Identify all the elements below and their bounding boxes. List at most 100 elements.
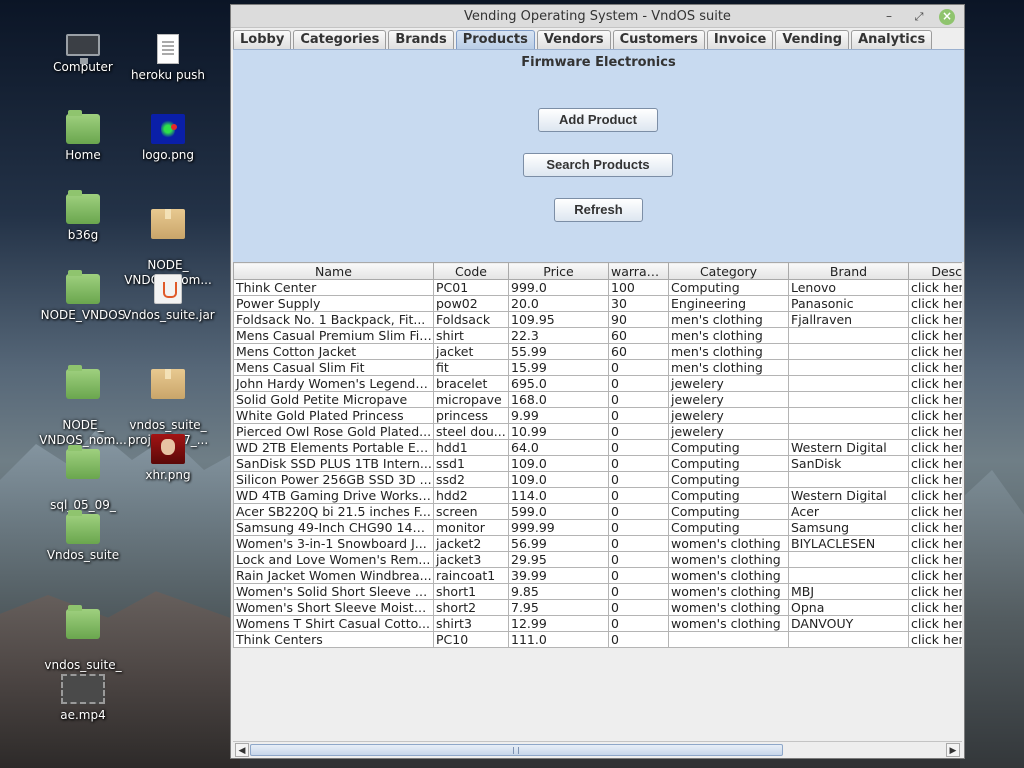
cell-category: women's clothing [668,615,789,632]
cell-description[interactable]: click her [908,359,962,376]
table-row[interactable]: Lock and Love Women's Rem... jacket3 29.95… [233,551,962,568]
desktop-icon-xhr-png[interactable]: xhr.png [123,434,213,483]
cell-price: 10.99 [508,423,609,440]
column-header-warranty[interactable]: warran... [608,262,669,280]
cell-description[interactable]: click her [908,407,962,424]
horizontal-scrollbar[interactable]: ◀ ▶ [233,741,962,758]
desktop-icon-vndos-suite[interactable]: Vndos_suite [38,510,128,563]
tab-analytics[interactable]: Analytics [851,30,933,49]
tab-lobby[interactable]: Lobby [233,30,292,49]
cell-description[interactable]: click her [908,327,962,344]
desktop-icon-heroku-push[interactable]: heroku push [123,34,213,83]
tab-brands[interactable]: Brands [388,30,454,49]
table-row[interactable]: WD 4TB Gaming Drive Works ... hdd2 114.0 0 C… [233,487,962,504]
window-title: Vending Operating System - VndOS suite [464,9,731,24]
scroll-right-icon[interactable]: ▶ [946,743,960,757]
cell-description[interactable]: click her [908,343,962,360]
cell-category: Computing [668,503,789,520]
table-row[interactable]: Pierced Owl Rose Gold Plated... steel dou… [233,423,962,440]
products-table-container[interactable]: Name Code Price warran... Category Brand… [233,262,962,741]
table-row[interactable]: Foldsack No. 1 Backpack, Fit... Foldsack 1… [233,311,962,328]
desktop-icon-node-vndos[interactable]: NODE_VNDOS [38,270,128,323]
window-titlebar[interactable]: Vending Operating System - VndOS suite –… [231,5,964,28]
column-header-price[interactable]: Price [508,262,609,280]
table-row[interactable]: Women's Solid Short Sleeve B... short1 9.8… [233,583,962,600]
table-row[interactable]: Solid Gold Petite Micropave micropave 168.… [233,391,962,408]
cell-brand [788,343,909,360]
column-header-name[interactable]: Name [233,262,434,280]
desktop-icon-home[interactable]: Home [38,110,128,163]
cell-description[interactable]: click her [908,615,962,632]
tab-vendors[interactable]: Vendors [536,30,611,49]
table-row[interactable]: Power Supply pow02 20.0 30 Engineering Panaso… [233,295,962,312]
cell-description[interactable]: click her [908,375,962,392]
cell-description[interactable]: click her [908,471,962,488]
desktop-icon-b36g[interactable]: b36g [38,190,128,243]
table-row[interactable]: Acer SB220Q bi 21.5 inches F... screen 599… [233,503,962,520]
cell-price: 39.99 [508,567,609,584]
cell-description[interactable]: click her [908,535,962,552]
table-row[interactable]: WD 2TB Elements Portable Ex... hdd1 64.0 0 C… [233,439,962,456]
desktop-icon-logo-png[interactable]: logo.png [123,114,213,163]
cell-description[interactable]: click her [908,503,962,520]
table-row[interactable]: Mens Casual Premium Slim Fit... shirt 22.3… [233,327,962,344]
add-product-button[interactable]: Add Product [538,108,658,132]
column-header-brand[interactable]: Brand [788,262,909,280]
close-icon[interactable]: × [939,9,955,25]
table-row[interactable]: John Hardy Women's Legends... bracelet 695… [233,375,962,392]
cell-description[interactable]: click her [908,423,962,440]
tab-invoice[interactable]: Invoice [706,30,774,49]
scrollbar-thumb[interactable] [250,744,783,756]
cell-code: shirt3 [433,615,509,632]
table-body: Think Center PC01 999.0 100 Computing Lenovo c… [233,279,962,648]
search-products-button[interactable]: Search Products [523,153,673,177]
cell-warranty: 60 [608,327,669,344]
table-row[interactable]: Women's Short Sleeve Moisture short2 7.95 0… [233,599,962,616]
table-row[interactable]: Women's 3-in-1 Snowboard J... jacket2 56.9… [233,535,962,552]
column-header-code[interactable]: Code [433,262,509,280]
table-row[interactable]: Womens T Shirt Casual Cotto... shirt3 12.9… [233,615,962,632]
column-header-description[interactable]: Descri [908,262,962,280]
minimize-icon[interactable]: – [881,5,897,28]
cell-description[interactable]: click her [908,551,962,568]
cell-warranty: 0 [608,423,669,440]
cell-description[interactable]: click her [908,567,962,584]
cell-category: jewelery [668,423,789,440]
cell-description[interactable]: click her [908,439,962,456]
cell-description[interactable]: click her [908,311,962,328]
table-row[interactable]: Mens Casual Slim Fit fit 15.99 0 men's cloth… [233,359,962,376]
table-row[interactable]: Silicon Power 256GB SSD 3D ... ssd2 109.0 0… [233,471,962,488]
table-row[interactable]: Samsung 49-Inch CHG90 144... monitor 999.9… [233,519,962,536]
cell-description[interactable]: click her [908,279,962,296]
cell-description[interactable]: click her [908,455,962,472]
cell-code: short2 [433,599,509,616]
cell-description[interactable]: click her [908,391,962,408]
desktop-icon-vndos-suite-jar[interactable]: Vndos_suite.jar [123,274,215,323]
desktop-icon-computer[interactable]: Computer [38,34,128,75]
table-row[interactable]: Mens Cotton Jacket jacket 55.99 60 men's clo… [233,343,962,360]
table-row[interactable]: Think Centers PC10 111.0 0 click her [233,631,962,648]
cell-description[interactable]: click her [908,519,962,536]
cell-description[interactable]: click her [908,583,962,600]
table-row[interactable]: Think Center PC01 999.0 100 Computing Lenovo c… [233,279,962,296]
cell-description[interactable]: click her [908,599,962,616]
panel-title: Firmware Electronics [521,55,676,70]
maximize-icon[interactable]: ⤢ [911,5,927,28]
tab-vending[interactable]: Vending [775,30,850,49]
table-row[interactable]: Rain Jacket Women Windbrea... raincoat1 39… [233,567,962,584]
table-row[interactable]: White Gold Plated Princess princess 9.99 0 j… [233,407,962,424]
tab-customers[interactable]: Customers [612,30,705,49]
desktop-icon-ae-mp4[interactable]: ae.mp4 [38,674,128,723]
tab-categories[interactable]: Categories [293,30,387,49]
cell-description[interactable]: click her [908,295,962,312]
scroll-left-icon[interactable]: ◀ [235,743,249,757]
cell-name: Mens Cotton Jacket [233,343,434,360]
cell-name: Think Center [233,279,434,296]
cell-description[interactable]: click her [908,631,962,648]
cell-name: Pierced Owl Rose Gold Plated... [233,423,434,440]
tab-products[interactable]: Products [455,30,535,49]
cell-description[interactable]: click her [908,487,962,504]
refresh-button[interactable]: Refresh [554,198,643,222]
table-row[interactable]: SanDisk SSD PLUS 1TB Intern... ssd1 109.0 0… [233,455,962,472]
column-header-category[interactable]: Category [668,262,789,280]
